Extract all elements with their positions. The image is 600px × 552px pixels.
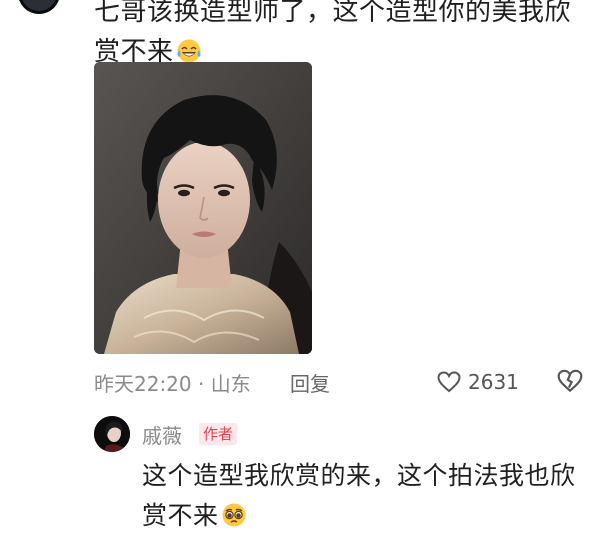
reply-text-line-2: 赏不来 xyxy=(142,496,594,536)
comment-meta: 昨天22:20 · 山东 回复 2631 xyxy=(94,368,592,396)
comment-photo[interactable] xyxy=(94,62,312,354)
reply-text-line-1: 这个造型我欣赏的来，这个拍法我也欣 xyxy=(142,461,576,490)
author-badge: 作者 xyxy=(199,423,238,445)
broken-heart-outline-icon[interactable] xyxy=(556,367,584,395)
reply-username[interactable]: 戚薇 xyxy=(142,420,182,449)
reply-meta-row-partial xyxy=(142,538,592,552)
commenter-avatar[interactable] xyxy=(18,0,60,14)
reply-body: 这个造型我欣赏的来，这个拍法我也欣 赏不来 xyxy=(142,456,594,536)
reply-button[interactable]: 回复 xyxy=(290,368,330,397)
like-count: 2631 xyxy=(468,370,519,394)
laugh-cry-icon xyxy=(177,39,201,63)
pleading-face-icon xyxy=(222,503,246,527)
reply-avatar[interactable] xyxy=(94,416,130,452)
author-avatar-image xyxy=(94,416,130,452)
heart-outline-icon xyxy=(437,371,461,393)
like-button[interactable]: 2631 xyxy=(436,368,519,396)
comment-time-location: 昨天22:20 · 山东 xyxy=(94,372,251,396)
portrait-image xyxy=(94,62,312,354)
comment-text-line-1: 七哥该换造型师了，这个造型你的美我欣 xyxy=(94,0,572,27)
reply-text-line-2-text: 赏不来 xyxy=(142,501,219,530)
